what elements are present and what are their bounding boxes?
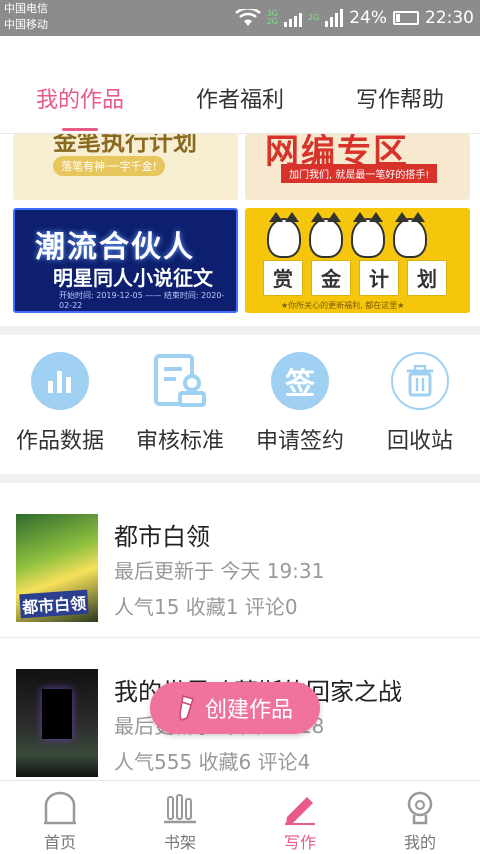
create-work-button[interactable]: 创建作品 [150,682,320,734]
banner-gold-pen[interactable]: 金笔执行计划 落笔有神·一字千金! [13,134,238,200]
battery-icon [393,11,419,25]
recycle-bin-button[interactable]: 回收站 [360,335,480,474]
pen-icon [285,797,315,825]
quick-actions: 作品数据 审核标准 签 申请签约 回收站 [0,335,480,474]
carrier-2: 中国移动 [4,18,48,31]
apply-contract-button[interactable]: 签 申请签约 [240,335,360,474]
apply-contract-label: 申请签约 [255,429,344,454]
review-doc-icon [154,354,206,407]
banner-editor-sub: 加门我们, 就是最一笔好的搭手! [281,164,438,183]
signal-icon-1 [283,9,302,27]
banner-bounty-char: 金 [311,260,351,296]
top-tabs: 我的作品 作者福利 写作帮助 [0,78,480,134]
nav-profile[interactable]: 我的 [360,781,480,854]
carrier-1: 中国电信 [4,2,48,15]
banner-editor-zone[interactable]: 网编专区 加门我们, 就是最一笔好的搭手! [245,134,470,200]
banner-bounty-char: 计 [359,260,399,296]
banner-bounty-char: 赏 [263,260,303,296]
net-label-2g: 2G [266,17,278,26]
nav-write[interactable]: 写作 [240,781,360,854]
banner-bounty-plan[interactable]: 赏 金 计 划 ★你所关心的更新福利, 都在这里★ [245,208,470,313]
bottom-nav: 首页 书架 写作 我的 [0,780,480,854]
section-divider [0,326,480,335]
header-space [0,36,480,78]
status-bar: 中国电信 中国移动 3G 2G 2G 24% 22:30 [0,0,480,36]
book-cover: 都市白领 [16,514,98,622]
tab-writing-help[interactable]: 写作帮助 [320,78,480,133]
works-data-button[interactable]: 作品数据 [0,335,120,474]
banner-trend-partner[interactable]: 潮流合伙人 明星同人小说征文 开始时间: 2019-12-05 —— 结束时间:… [13,208,238,313]
banner-gold-pen-title: 金笔执行计划 [53,134,197,156]
wifi-icon [234,9,261,26]
section-divider [0,474,480,483]
book-cover-title: 都市白领 [19,589,89,619]
battery-percent: 24% [349,8,387,28]
nav-bookshelf[interactable]: 书架 [120,781,240,854]
tab-my-works[interactable]: 我的作品 [0,78,160,133]
network-type-1: 3G 2G [267,10,278,26]
work-title: 都市白领 [114,523,210,551]
banner-bounty-note: ★你所关心的更新福利, 都在这里★ [281,301,405,310]
works-data-label: 作品数据 [15,429,104,454]
nav-bookshelf-label: 书架 [163,833,196,852]
cat-icon [393,212,427,258]
nav-home-label: 首页 [43,833,76,852]
bar-chart-icon [31,352,89,410]
nav-write-label: 写作 [283,833,316,852]
banner-bounty-char: 划 [407,260,447,296]
cat-illustration [267,212,427,258]
review-standard-button[interactable]: 审核标准 [120,335,240,474]
book-cover [16,669,98,777]
home-icon [44,791,76,825]
banner-gold-pen-sub: 落笔有神·一字千金! [53,156,165,176]
banner-bounty-title: 赏 金 计 划 [263,260,447,296]
work-updated: 最后更新于 今天 19:31 [114,559,325,583]
banner-trend-dates: 开始时间: 2019-12-05 —— 结束时间: 2020-02-22 [59,291,225,310]
tab-author-benefits[interactable]: 作者福利 [160,78,320,133]
recycle-bin-label: 回收站 [386,429,453,454]
sign-contract-icon: 签 [271,352,329,410]
banner-trend-sub: 明星同人小说征文 [53,266,213,290]
work-stats: 人气555 收藏6 评论4 [114,750,311,774]
works-list: 都市白领 都市白领 最后更新于 今天 19:31 人气15 收藏1 评论0 我的… [0,483,480,793]
carrier-names: 中国电信 中国移动 [4,1,48,33]
cat-icon [351,212,385,258]
profile-icon [407,791,433,825]
network-type-2: 2G [308,14,319,22]
banner-trend-title: 潮流合伙人 [35,230,195,265]
cat-icon [267,212,301,258]
nav-home[interactable]: 首页 [0,781,120,854]
banner-grid: 金笔执行计划 落笔有神·一字千金! 网编专区 加门我们, 就是最一笔好的搭手! … [0,134,480,330]
nav-profile-label: 我的 [403,833,436,852]
work-stats: 人气15 收藏1 评论0 [114,595,298,619]
net-label-2g-b: 2G [307,13,320,22]
cat-icon [309,212,343,258]
create-work-label: 创建作品 [204,698,293,723]
bookshelf-icon [164,794,196,824]
pencil-icon [179,695,194,721]
review-standard-label: 审核标准 [135,429,224,454]
trash-icon [391,352,449,410]
clock: 22:30 [425,8,474,28]
signal-icon-2 [325,9,344,27]
list-item[interactable]: 都市白领 都市白领 最后更新于 今天 19:31 人气15 收藏1 评论0 [0,483,480,638]
